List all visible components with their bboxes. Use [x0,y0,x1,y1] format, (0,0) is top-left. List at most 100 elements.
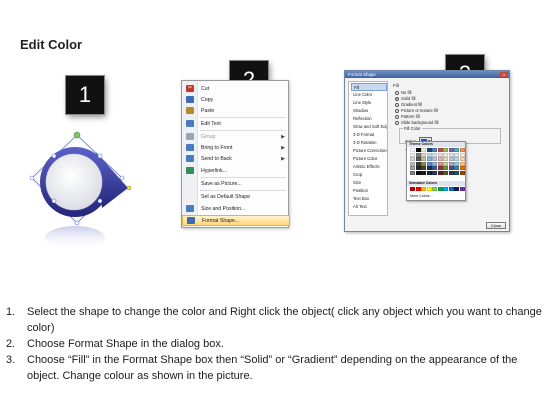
category-picture-corrections[interactable]: Picture Corrections [351,147,387,155]
menu-item-group[interactable]: Group ▶ [182,131,290,142]
color-swatch[interactable] [415,148,421,152]
color-swatch[interactable] [454,157,459,161]
menu-item-bring-to-front[interactable]: Bring to Front ▶ [182,142,290,153]
color-swatch[interactable] [454,187,459,191]
color-swatch[interactable] [443,161,448,166]
category-line-color[interactable]: Line Color [351,91,387,99]
color-swatch[interactable] [454,166,459,170]
color-swatch[interactable] [426,148,432,152]
category-position[interactable]: Position [351,187,387,195]
color-swatch[interactable] [410,166,415,170]
option-slide-background-fill[interactable]: Slide background fill [395,120,438,125]
color-swatch[interactable] [415,166,421,170]
color-swatch[interactable] [432,152,437,157]
color-swatch[interactable] [415,187,421,191]
color-swatch[interactable] [437,148,443,152]
color-swatch[interactable] [415,152,421,157]
color-swatch[interactable] [432,170,437,175]
color-swatch[interactable] [432,166,437,170]
color-swatch[interactable] [421,148,426,152]
color-swatch[interactable] [454,170,459,175]
color-swatch[interactable] [421,166,426,170]
category-line-style[interactable]: Line Style [351,99,387,107]
menu-item-set-default-shape[interactable]: Set as Default Shape [182,191,290,202]
category-shadow[interactable]: Shadow [351,107,387,115]
color-swatch[interactable] [437,187,443,191]
color-swatch[interactable] [443,187,448,191]
color-swatch[interactable] [459,187,465,191]
color-swatch[interactable] [410,187,415,191]
color-swatch[interactable] [454,148,459,152]
option-gradient-fill[interactable]: Gradient fill [395,102,422,107]
color-swatch[interactable] [443,170,448,175]
category-text-box[interactable]: Text Box [351,195,387,203]
color-swatch[interactable] [448,166,454,170]
color-swatch[interactable] [415,170,421,175]
color-swatch[interactable] [415,157,421,161]
color-swatch[interactable] [432,157,437,161]
color-swatch[interactable] [415,161,421,166]
category-alt-text[interactable]: Alt Text [351,203,387,211]
color-swatch[interactable] [410,170,415,175]
color-swatch[interactable] [448,170,454,175]
menu-item-format-shape[interactable]: Format Shape... [182,215,290,226]
close-button[interactable]: Close [486,222,506,229]
color-swatch[interactable] [459,161,465,166]
color-swatch[interactable] [459,166,465,170]
color-swatch[interactable] [459,170,465,175]
color-swatch[interactable] [421,152,426,157]
color-swatch[interactable] [410,157,415,161]
category-3d-format[interactable]: 3-D Format [351,131,387,139]
color-swatch[interactable] [437,166,443,170]
color-swatch[interactable] [448,187,454,191]
color-swatch[interactable] [437,161,443,166]
color-swatch[interactable] [426,187,432,191]
color-swatch[interactable] [454,161,459,166]
menu-item-cut[interactable]: ✂ Cut [182,83,290,94]
selected-shape[interactable] [24,126,144,251]
color-swatch[interactable] [443,166,448,170]
category-picture-color[interactable]: Picture Color [351,155,387,163]
color-swatch[interactable] [448,152,454,157]
category-fill[interactable]: Fill [351,83,387,91]
option-picture-fill[interactable]: Picture or texture fill [395,108,438,113]
color-swatch[interactable] [437,157,443,161]
color-swatch[interactable] [459,157,465,161]
color-swatch[interactable] [421,187,426,191]
menu-item-copy[interactable]: Copy [182,94,290,105]
color-swatch[interactable] [421,161,426,166]
color-swatch[interactable] [426,170,432,175]
color-swatch[interactable] [437,170,443,175]
color-swatch[interactable] [448,157,454,161]
color-swatch[interactable] [410,161,415,166]
color-swatch[interactable] [443,148,448,152]
close-icon[interactable]: x [500,72,508,77]
color-swatch[interactable] [443,152,448,157]
category-crop[interactable]: Crop [351,171,387,179]
color-swatch[interactable] [421,170,426,175]
color-swatch[interactable] [426,157,432,161]
color-swatch[interactable] [432,161,437,166]
color-swatch[interactable] [421,157,426,161]
menu-item-hyperlink[interactable]: Hyperlink... [182,165,290,176]
color-swatch[interactable] [459,148,465,152]
color-swatch[interactable] [448,161,454,166]
menu-item-send-to-back[interactable]: Send to Back ▶ [182,153,290,164]
more-colors-link[interactable]: More Colors... [410,194,433,198]
color-swatch[interactable] [459,152,465,157]
category-3d-rotation[interactable]: 3-D Rotation [351,139,387,147]
color-swatch[interactable] [410,152,415,157]
menu-item-save-as-picture[interactable]: Save as Picture... [182,178,290,189]
color-swatch[interactable] [426,166,432,170]
menu-item-edit-text[interactable]: Edit Text [182,118,290,129]
option-pattern-fill[interactable]: Pattern fill [395,114,420,119]
color-swatch[interactable] [432,187,437,191]
category-artistic-effects[interactable]: Artistic Effects [351,163,387,171]
color-swatch[interactable] [426,161,432,166]
color-swatch[interactable] [454,152,459,157]
option-solid-fill[interactable]: Solid fill [395,96,415,101]
option-no-fill[interactable]: No fill [395,90,411,95]
menu-item-paste[interactable]: Paste [182,105,290,116]
menu-item-size-position[interactable]: Size and Position... [182,203,290,214]
color-swatch[interactable] [426,152,432,157]
